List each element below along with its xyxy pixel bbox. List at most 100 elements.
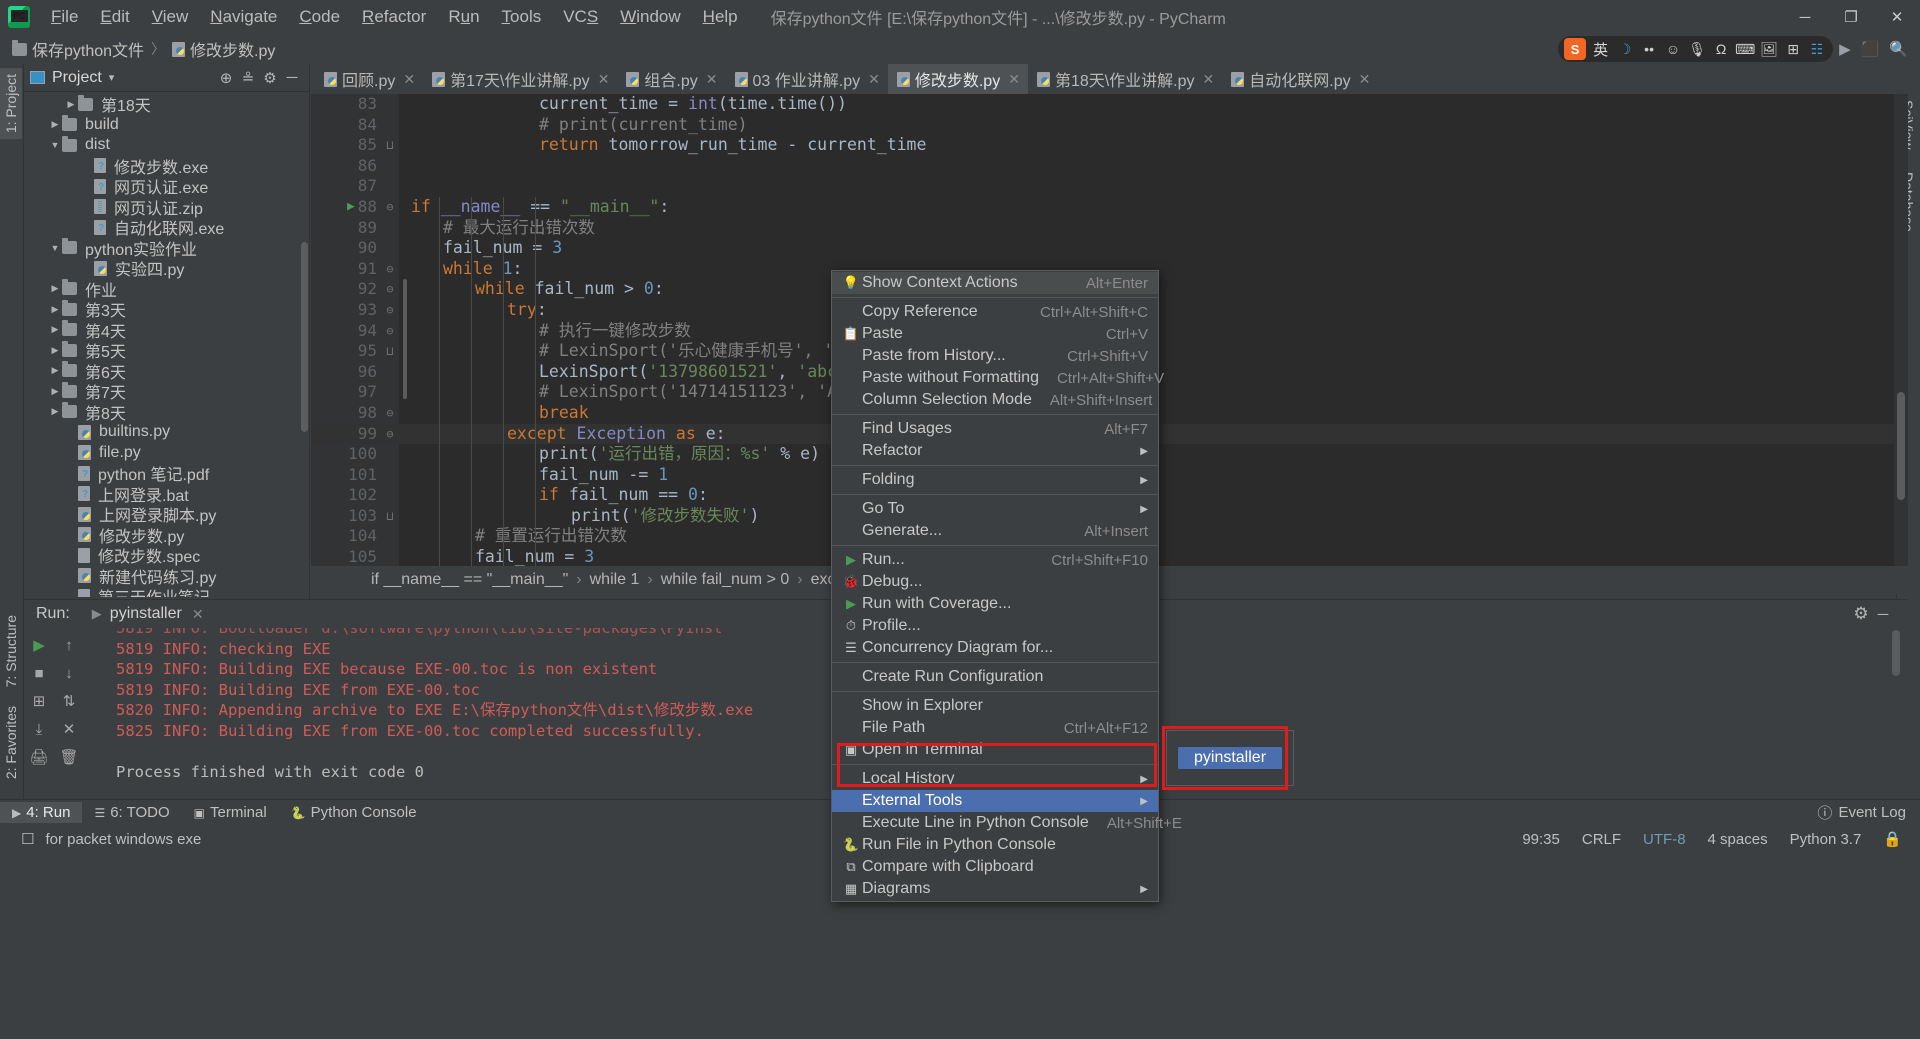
collapse-all-icon[interactable]: ≗	[237, 67, 259, 89]
trash-icon[interactable]: 🗑	[56, 744, 82, 770]
stop-toolbar-icon[interactable]: ⬛	[1861, 40, 1880, 58]
lock-icon[interactable]: 🔒	[1872, 830, 1920, 848]
sogou-ime-pill[interactable]: S 英 ☽ •• ☺ 🎙 Ω ⌨ 🖼 ⊞ ☷	[1558, 36, 1833, 62]
rerun-icon[interactable]: ▶	[26, 632, 52, 658]
context-menu-item[interactable]: 🐞Debug...	[832, 571, 1158, 593]
tree-item[interactable]: 修改步数.spec	[24, 545, 309, 566]
close-tab-icon[interactable]: ✕	[403, 71, 415, 88]
close-button[interactable]: ✕	[1874, 0, 1920, 34]
minimize-button[interactable]: ─	[1782, 0, 1828, 34]
chevron-down-icon[interactable]	[48, 243, 62, 253]
menu-code[interactable]: Code	[288, 3, 351, 31]
tree-item[interactable]: dist	[24, 135, 309, 156]
chevron-right-icon[interactable]	[48, 386, 62, 397]
context-menu-item[interactable]: Paste from History...Ctrl+Shift+V	[832, 345, 1158, 367]
tree-item[interactable]: 自动化联网.exe	[24, 217, 309, 238]
tree-item[interactable]: 第6天	[24, 361, 309, 382]
emoji-icon[interactable]: ☺	[1663, 39, 1683, 59]
grid-icon[interactable]: ☷	[1807, 39, 1827, 59]
menu-window[interactable]: Window	[609, 3, 691, 31]
maximize-button[interactable]: ❐	[1828, 0, 1874, 34]
editor-tab[interactable]: 第18天\作业讲解.py✕	[1028, 64, 1222, 94]
status-caret-position[interactable]: 99:35	[1511, 831, 1571, 848]
run-gutter-icon[interactable]: ▶	[347, 197, 355, 218]
close-run-tab-icon[interactable]: ✕	[192, 606, 204, 623]
context-menu-item[interactable]: External Tools▶	[832, 790, 1158, 812]
search-icon[interactable]: 🔍	[1889, 40, 1908, 58]
project-tree-scrollbar[interactable]	[301, 242, 308, 432]
chevron-right-icon[interactable]	[48, 324, 62, 335]
hide-run-panel-icon[interactable]: ─	[1872, 603, 1894, 625]
run-config-name[interactable]: pyinstaller	[110, 605, 182, 623]
grid-icon[interactable]: ⊞	[26, 688, 52, 714]
tree-item[interactable]: python实验作业	[24, 238, 309, 259]
tree-item[interactable]: 上网登录脚本.py	[24, 504, 309, 525]
code-line[interactable]: 86	[311, 156, 1908, 177]
image-icon[interactable]: 🖼	[1759, 39, 1779, 59]
submenu-item-pyinstaller[interactable]: pyinstaller	[1178, 747, 1282, 769]
chevron-right-icon[interactable]	[48, 345, 62, 356]
chevron-down-icon[interactable]	[48, 140, 62, 150]
bottom-tab-run[interactable]: ▶4: Run	[0, 802, 82, 823]
editor-context-menu[interactable]: 💡Show Context ActionsAlt+EnterCopy Refer…	[831, 270, 1159, 902]
fold-marker-icon[interactable]: ⊖	[383, 403, 397, 424]
sidebar-item-favorites[interactable]: 2: Favorites	[0, 700, 22, 785]
menu-file[interactable]: FFileile	[40, 3, 89, 31]
tree-item[interactable]: 第4天	[24, 320, 309, 341]
tree-item[interactable]: 第8天	[24, 402, 309, 423]
fold-marker-icon[interactable]: ⊖	[383, 321, 397, 342]
sidebar-item-structure[interactable]: 7: Structure	[0, 609, 22, 693]
status-line-separator[interactable]: CRLF	[1571, 831, 1632, 848]
context-menu-item[interactable]: ⧉Compare with Clipboard	[832, 856, 1158, 878]
context-menu-item[interactable]: Create Run Configuration	[832, 666, 1158, 688]
editor-tab[interactable]: 第17天\作业讲解.py✕	[423, 64, 617, 94]
run-settings-gear-icon[interactable]: ⚙	[1850, 603, 1872, 625]
context-menu-item[interactable]: Find UsagesAlt+F7	[832, 418, 1158, 440]
wrap-icon[interactable]: ⇅	[56, 688, 82, 714]
event-log-button[interactable]: ⓘEvent Log	[1817, 802, 1920, 823]
editor-tab[interactable]: 自动化联网.py✕	[1222, 64, 1378, 94]
context-menu-item[interactable]: ▶Run...Ctrl+Shift+F10	[832, 549, 1158, 571]
tree-item[interactable]: 修改步数.py	[24, 525, 309, 546]
run-config-play-icon[interactable]: ▶	[92, 606, 102, 622]
fold-marker-icon[interactable]: ⊖	[383, 259, 397, 280]
menu-help[interactable]: Help	[692, 3, 749, 31]
hide-panel-icon[interactable]: ─	[281, 67, 303, 89]
fold-marker-icon[interactable]: ⊖	[383, 300, 397, 321]
tree-item[interactable]: 上网登录.bat	[24, 484, 309, 505]
fold-marker-icon[interactable]: ⊔	[383, 341, 397, 362]
editor-tab[interactable]: 修改步数.py✕	[888, 64, 1028, 94]
code-line[interactable]: 90fail_num = 3	[311, 238, 1908, 259]
gutter-scrollbar[interactable]	[403, 279, 407, 399]
bottom-tab-todo[interactable]: ☰6: TODO	[82, 802, 181, 823]
context-menu-item[interactable]: 💡Show Context ActionsAlt+Enter	[832, 272, 1158, 294]
scroll-up-icon[interactable]: ↑	[56, 632, 82, 658]
menu-edit[interactable]: Edit	[89, 3, 140, 31]
tree-item[interactable]: 实验四.py	[24, 258, 309, 279]
fold-marker-icon[interactable]: ⊔	[383, 135, 397, 156]
context-menu-item[interactable]: 📋PasteCtrl+V	[832, 323, 1158, 345]
keyboard-icon[interactable]: ⌨	[1735, 39, 1755, 59]
moon-icon[interactable]: ☽	[1615, 39, 1635, 59]
editor-breadcrumb-item[interactable]: if __name__ == "__main__"	[371, 571, 568, 589]
context-menu-item[interactable]: Column Selection ModeAlt+Shift+Insert	[832, 389, 1158, 411]
context-menu-item[interactable]: 🐍Run File in Python Console	[832, 834, 1158, 856]
tree-item[interactable]: 第5天	[24, 340, 309, 361]
close-tab-icon[interactable]: ✕	[1359, 71, 1371, 88]
menu-run[interactable]: Run	[437, 3, 490, 31]
chevron-right-icon[interactable]	[48, 365, 62, 376]
context-menu-item[interactable]: ▶Run with Coverage...	[832, 593, 1158, 615]
sidebar-item-project[interactable]: 1: Project	[0, 68, 22, 139]
tree-item[interactable]: 作业	[24, 279, 309, 300]
chevron-down-icon[interactable]: ▾	[109, 71, 115, 84]
tree-item[interactable]: 修改步数.exe	[24, 156, 309, 177]
context-menu-item[interactable]: ▣Open in Terminal	[832, 739, 1158, 761]
status-encoding[interactable]: UTF-8	[1632, 831, 1697, 848]
bottom-tab-terminal[interactable]: ▣Terminal	[182, 802, 279, 823]
fold-marker-icon[interactable]: ⊖	[383, 279, 397, 300]
external-tools-submenu[interactable]: pyinstaller	[1166, 730, 1294, 786]
close-tab-icon[interactable]: ✕	[706, 71, 718, 88]
chevron-right-icon[interactable]	[48, 119, 62, 130]
code-line[interactable]: 83current_time = int(time.time())	[311, 94, 1908, 115]
menu-view[interactable]: View	[141, 3, 200, 31]
